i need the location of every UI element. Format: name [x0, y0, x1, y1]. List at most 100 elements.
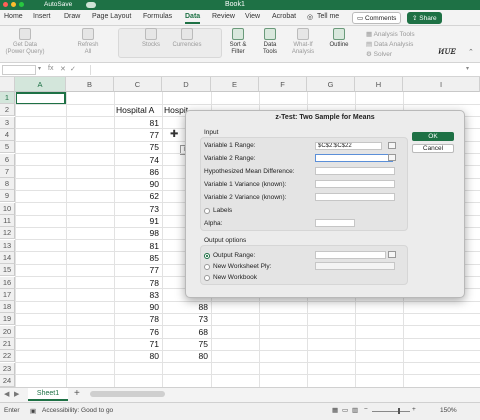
row-header[interactable]: 24	[0, 374, 15, 387]
row-header[interactable]: 21	[0, 338, 15, 350]
macro-record-icon[interactable]: ▣	[30, 407, 36, 415]
sheet-tab-sheet1[interactable]: Sheet1	[28, 388, 68, 401]
cell-hospital-a[interactable]: 80	[114, 350, 159, 362]
cell-hospital-a[interactable]: 77	[114, 264, 159, 276]
column-header-h[interactable]: H	[355, 77, 403, 92]
output-range-picker-icon[interactable]	[388, 251, 396, 258]
cell-hospital-b[interactable]: 68	[162, 326, 208, 338]
zoom-in-icon[interactable]: +	[412, 406, 416, 413]
expand-formula-icon[interactable]: ▾	[466, 65, 469, 72]
tab-data[interactable]: Data	[185, 13, 201, 24]
cell-hospital-a[interactable]: 83	[114, 289, 159, 301]
formula-fx-icon[interactable]: fx	[48, 65, 53, 72]
column-header-e[interactable]: E	[211, 77, 259, 92]
var1-variance-field[interactable]	[315, 180, 395, 188]
column-header-d[interactable]: D	[162, 77, 211, 92]
cell-hospital-a[interactable]: 74	[114, 154, 159, 166]
cell-hospital-a[interactable]: 77	[114, 129, 159, 141]
close-window-icon[interactable]	[3, 2, 8, 7]
name-box[interactable]	[2, 65, 36, 75]
row-header[interactable]: 9	[0, 190, 15, 203]
next-sheet-icon[interactable]: ▶	[14, 390, 19, 398]
cell-hospital-a[interactable]: 75	[114, 141, 159, 153]
cell-hospital-a[interactable]: 81	[114, 117, 159, 129]
prev-sheet-icon[interactable]: ◀	[4, 390, 9, 398]
tab-page-layout[interactable]: Page Layout	[92, 13, 131, 20]
add-sheet-icon[interactable]: +	[74, 388, 80, 399]
output-range-field[interactable]	[315, 251, 386, 259]
row-header[interactable]: 10	[0, 202, 15, 215]
horizontal-scrollbar[interactable]	[90, 391, 165, 397]
row-header[interactable]: 18	[0, 301, 15, 314]
solver-button[interactable]: ⚙ Solver	[366, 50, 392, 58]
ok-button[interactable]: OK	[412, 132, 454, 141]
accessibility-status[interactable]: Accessibility: Good to go	[42, 407, 113, 414]
share-button[interactable]: ⇪ Share	[407, 12, 442, 24]
var1-range-picker-icon[interactable]	[388, 142, 396, 149]
data-analysis-button[interactable]: ▤ Data Analysis	[366, 40, 413, 48]
zoom-level[interactable]: 150%	[440, 407, 457, 414]
cell-hospital-a[interactable]: 91	[114, 215, 159, 227]
select-all-corner[interactable]	[0, 77, 15, 92]
cell-hospital-a[interactable]: 78	[114, 277, 159, 289]
hyp-diff-field[interactable]	[315, 167, 395, 175]
normal-view-icon[interactable]: ▦	[332, 406, 338, 414]
tab-review[interactable]: Review	[212, 13, 235, 20]
page-break-view-icon[interactable]: ▥	[352, 406, 358, 414]
row-header[interactable]: 14	[0, 251, 15, 264]
data-tools-button[interactable]: Data Tools	[258, 28, 282, 56]
var2-range-field[interactable]	[315, 154, 393, 162]
minimize-window-icon[interactable]	[11, 2, 16, 7]
tell-me-search[interactable]: Tell me	[317, 13, 339, 20]
row-header[interactable]: 4	[0, 128, 15, 141]
cell-hospital-a[interactable]: 86	[114, 166, 159, 178]
currencies-button[interactable]: Currencies	[172, 28, 202, 49]
row-header[interactable]: 3	[0, 116, 15, 129]
cell-hospital-b[interactable]: 88	[162, 301, 208, 313]
zoom-slider-thumb[interactable]	[398, 408, 400, 414]
labels-checkbox[interactable]	[204, 208, 210, 214]
cell-hospital-a[interactable]: 73	[114, 203, 159, 215]
new-workbook-radio[interactable]	[204, 275, 210, 281]
row-header[interactable]: 12	[0, 227, 15, 240]
row-header[interactable]: 7	[0, 165, 15, 178]
row-header[interactable]: 20	[0, 325, 15, 338]
tab-home[interactable]: Home	[4, 13, 23, 20]
column-header-b[interactable]: B	[66, 77, 114, 92]
row-header[interactable]: 15	[0, 264, 15, 277]
get-data-button[interactable]: Get Data (Power Query)	[3, 28, 47, 56]
maximize-window-icon[interactable]	[19, 2, 24, 7]
autosave-toggle[interactable]	[86, 2, 96, 8]
var2-variance-field[interactable]	[315, 193, 395, 201]
enter-formula-icon[interactable]: ✓	[70, 65, 76, 73]
zoom-slider[interactable]	[372, 411, 410, 412]
tab-insert[interactable]: Insert	[33, 13, 51, 20]
output-range-radio[interactable]	[204, 253, 210, 259]
column-header-g[interactable]: G	[307, 77, 355, 92]
cell-hospital-b[interactable]: 80	[162, 350, 208, 362]
row-header[interactable]: 17	[0, 288, 15, 301]
cell-hospital-a[interactable]: 90	[114, 178, 159, 190]
row-header[interactable]: 1	[0, 92, 15, 104]
row-header[interactable]: 16	[0, 276, 15, 289]
cell-hospital-a[interactable]: 81	[114, 240, 159, 252]
column-header-i[interactable]: I	[403, 77, 480, 92]
new-worksheet-radio[interactable]	[204, 264, 210, 270]
outline-button[interactable]: Outline	[325, 28, 353, 49]
tab-formulas[interactable]: Formulas	[143, 13, 172, 20]
refresh-all-button[interactable]: Refresh All	[74, 28, 102, 56]
column-header-a[interactable]: A	[15, 77, 66, 92]
formula-input[interactable]	[90, 65, 444, 75]
tab-view[interactable]: View	[245, 13, 260, 20]
name-box-dropdown-icon[interactable]: ▾	[38, 65, 41, 72]
cell-hospital-a[interactable]: 71	[114, 338, 159, 350]
column-header-c[interactable]: C	[114, 77, 162, 92]
row-header[interactable]: 23	[0, 362, 15, 375]
cell-c2-header[interactable]: Hospital A	[116, 104, 154, 116]
row-header[interactable]: 5	[0, 141, 15, 154]
row-header[interactable]: 22	[0, 350, 15, 363]
row-header[interactable]: 2	[0, 104, 15, 117]
cell-hospital-a[interactable]: 62	[114, 190, 159, 202]
cell-hospital-a[interactable]: 98	[114, 227, 159, 239]
cancel-formula-icon[interactable]: ✕	[60, 65, 66, 73]
